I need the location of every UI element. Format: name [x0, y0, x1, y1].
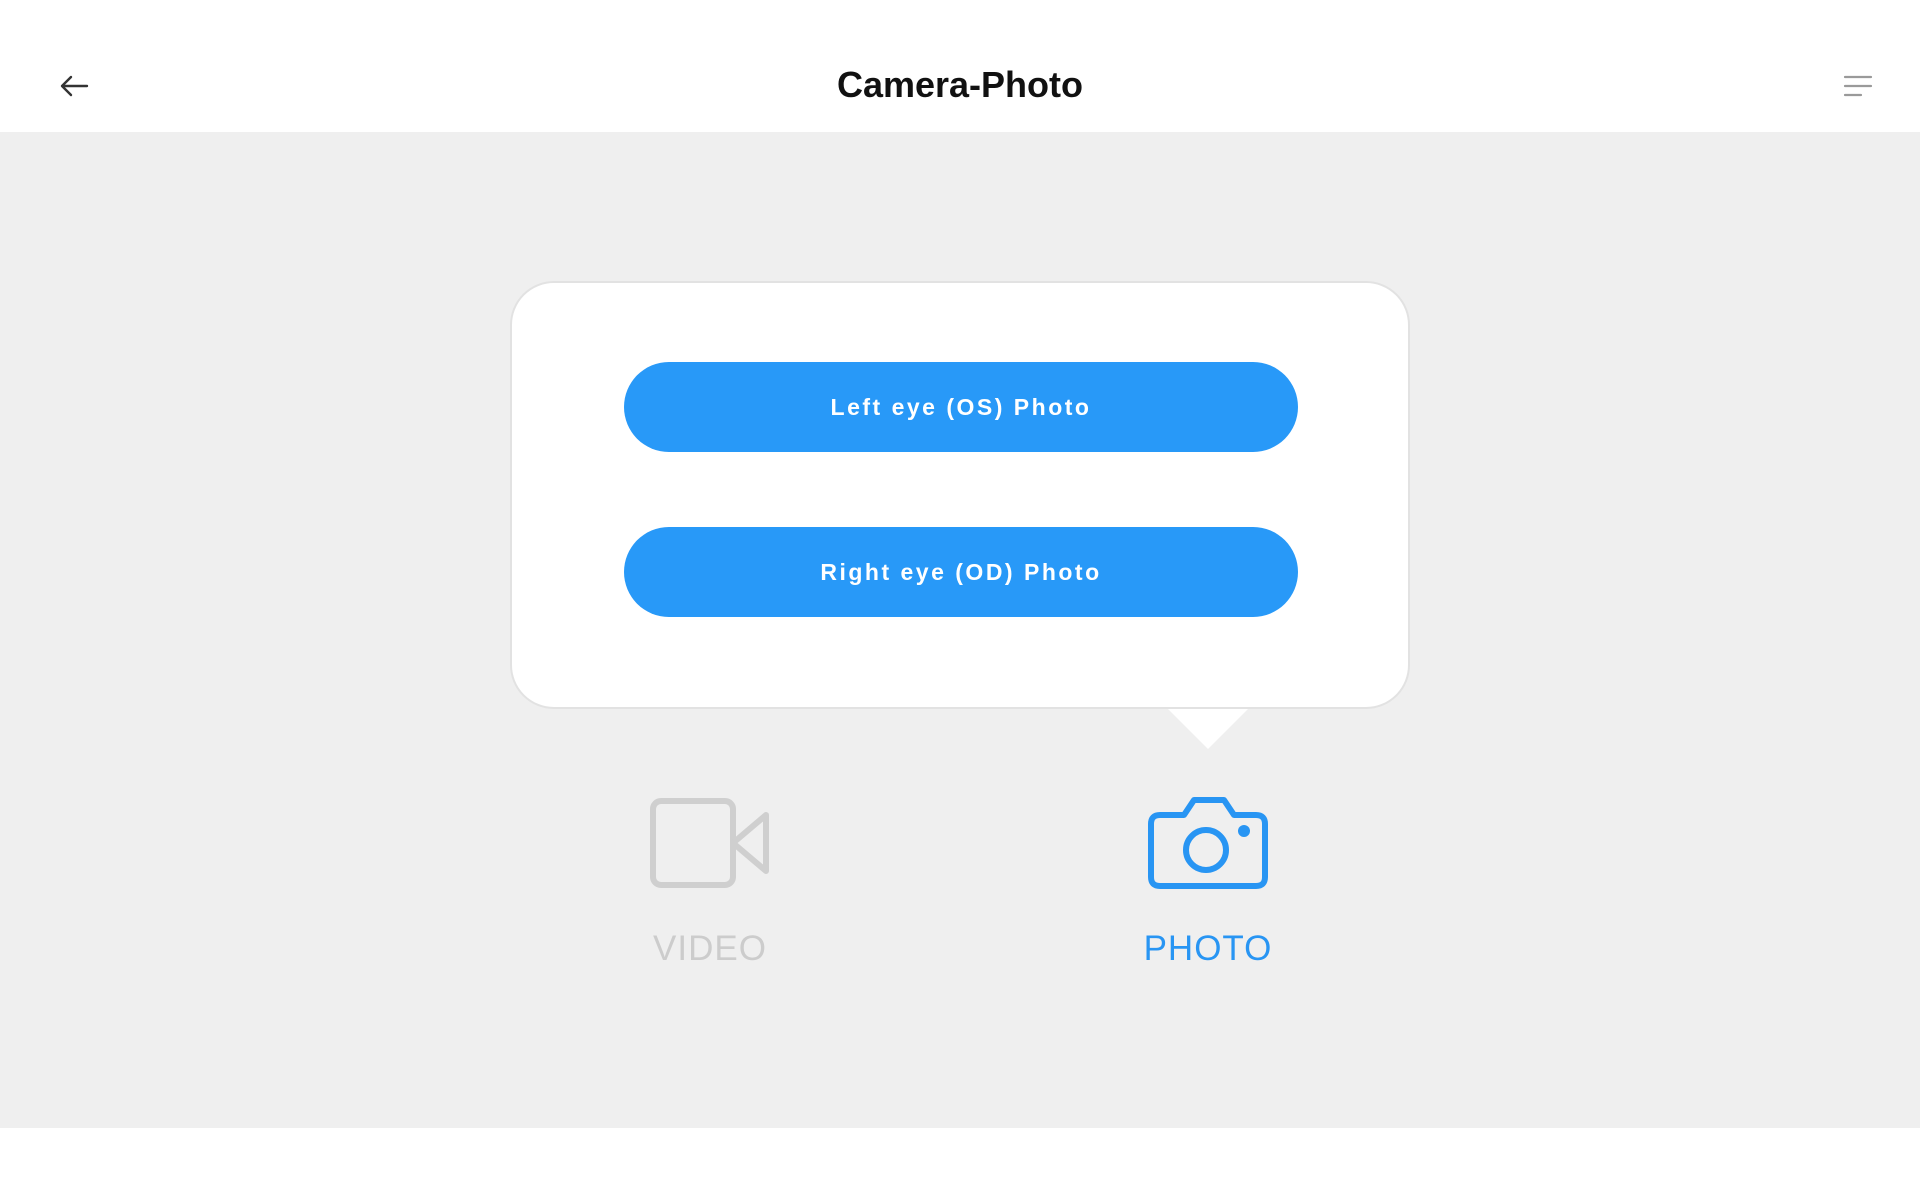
camera-icon — [1146, 795, 1270, 891]
header-bar: Camera-Photo — [0, 0, 1920, 132]
left-eye-photo-button[interactable]: Left eye (OS) Photo — [624, 362, 1298, 452]
video-mode-label: VIDEO — [653, 929, 767, 968]
photo-mode-button[interactable]: PHOTO — [1118, 795, 1298, 969]
eye-select-popup: Left eye (OS) Photo Right eye (OD) Photo — [510, 281, 1410, 709]
video-camera-icon — [648, 795, 772, 891]
right-eye-photo-button[interactable]: Right eye (OD) Photo — [624, 527, 1298, 617]
popup-pointer — [1168, 709, 1248, 749]
bottom-bar — [0, 1128, 1920, 1200]
photo-mode-label: PHOTO — [1143, 929, 1273, 968]
menu-lines-icon — [1843, 75, 1873, 97]
page-title: Camera-Photo — [836, 64, 1084, 105]
video-mode-button[interactable]: VIDEO — [620, 795, 800, 969]
app-root: Camera-Photo Left eye (OS) Photo Right e… — [0, 0, 1920, 1200]
menu-button[interactable] — [1834, 62, 1882, 110]
